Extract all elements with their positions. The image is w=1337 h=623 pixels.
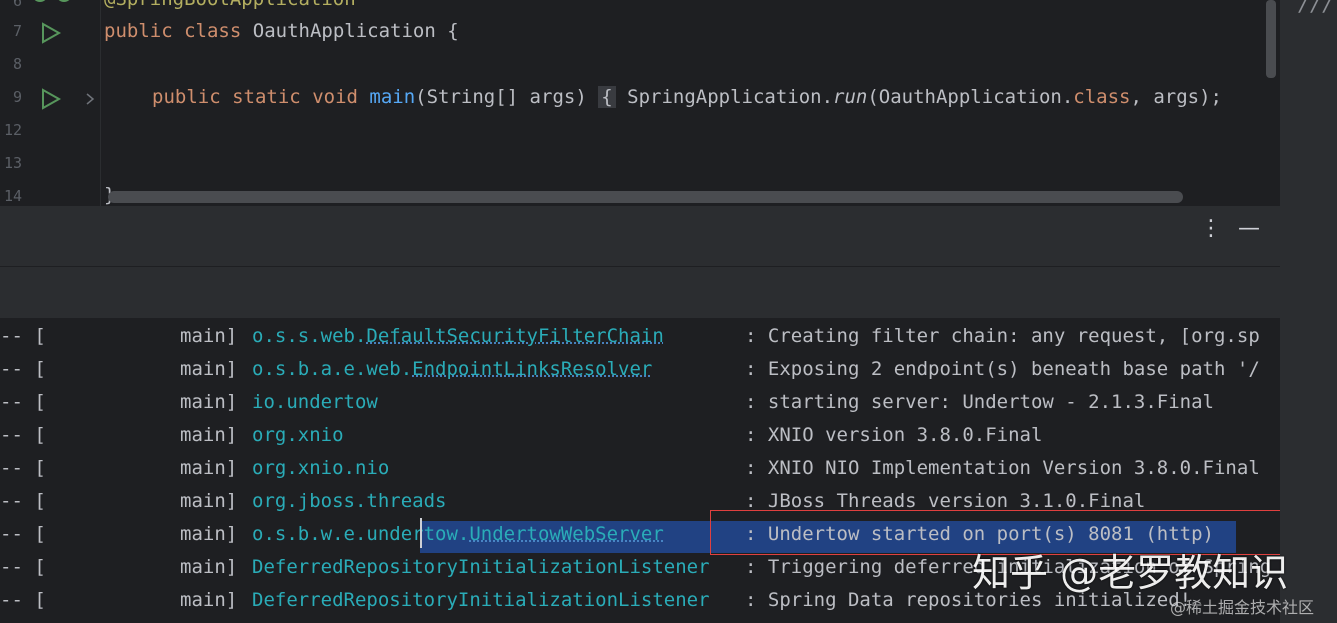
line-number: 9 xyxy=(12,88,22,106)
minimize-button[interactable]: — xyxy=(1238,216,1260,241)
run-panel-toolbar xyxy=(0,266,1280,319)
watermark: 知乎 @老罗教知识 xyxy=(972,551,1289,595)
line-number: 12 xyxy=(3,121,22,139)
log-thread: main] xyxy=(180,556,238,578)
log-logger-link[interactable]: org.jboss.threads xyxy=(252,490,446,512)
log-message: : Exposing 2 endpoint(s) beneath base pa… xyxy=(745,358,1260,380)
log-logger-link[interactable]: org.xnio xyxy=(252,424,344,446)
log-message: : XNIO NIO Implementation Version 3.8.0.… xyxy=(745,457,1260,479)
run-debug-icon[interactable] xyxy=(30,0,78,8)
log-prefix: -- [ xyxy=(0,358,46,380)
log-logger-link[interactable]: io.undertow xyxy=(252,391,378,413)
text-caret xyxy=(420,518,422,548)
gutter-divider xyxy=(100,0,101,206)
log-thread: main] xyxy=(180,457,238,479)
log-prefix: -- [ xyxy=(0,391,46,413)
tool-strip-icon[interactable]: /// xyxy=(1298,0,1334,16)
right-tool-strip: /// xyxy=(1280,0,1337,623)
log-prefix: -- [ xyxy=(0,523,46,545)
console-log-row: -- [ main] o.s.b.a.e.web.EndpointLinksReso… xyxy=(0,353,1280,386)
console-log-row: -- [ main] org.jboss.threads : JBoss Thread… xyxy=(0,485,1280,518)
log-message: : JBoss Threads version 3.1.0.Final xyxy=(745,490,1146,512)
log-thread: main] xyxy=(180,589,238,611)
log-thread: main] xyxy=(180,424,238,446)
run-icon[interactable] xyxy=(40,22,62,44)
log-prefix: -- [ xyxy=(0,424,46,446)
editor-horizontal-scrollbar[interactable] xyxy=(108,191,1183,203)
fold-chevron-icon[interactable] xyxy=(84,92,96,106)
line-number: 6 xyxy=(12,0,22,10)
log-thread: main] xyxy=(180,490,238,512)
log-logger-link[interactable]: o.s.b.w.e.undertow.UndertowWebServer xyxy=(252,523,664,545)
code-line-main: public static void main(String[] args) {… xyxy=(152,86,1222,108)
log-message: : starting server: Undertow - 2.1.3.Fina… xyxy=(745,391,1214,413)
line-number: 14 xyxy=(3,187,22,205)
run-icon[interactable] xyxy=(40,88,62,110)
log-prefix: -- [ xyxy=(0,490,46,512)
line-number: 7 xyxy=(12,22,22,40)
console-log-row: -- [ main] io.undertow : starting server: U… xyxy=(0,386,1280,419)
code-line-class: public class OauthApplication { xyxy=(104,20,459,42)
log-logger-link[interactable]: o.s.b.a.e.web.EndpointLinksResolver xyxy=(252,358,652,380)
more-options-button[interactable]: ⋮ xyxy=(1200,216,1222,241)
code-editor[interactable]: 6 7 8 9 12 13 14 @SpringBootApplication … xyxy=(0,0,1280,206)
log-logger-link[interactable]: DeferredRepositoryInitializationListener xyxy=(252,556,710,578)
watermark-sub: @稀土掘金技术社区 xyxy=(1170,598,1315,617)
log-prefix: -- [ xyxy=(0,589,46,611)
log-logger-link[interactable]: DeferredRepositoryInitializationListener xyxy=(252,589,710,611)
console-log-row: -- [ main] o.s.s.web.DefaultSecurityFilter… xyxy=(0,320,1280,353)
folded-region[interactable]: { xyxy=(598,86,616,108)
log-logger-link[interactable]: o.s.s.web.DefaultSecurityFilterChain xyxy=(252,325,664,347)
run-panel-header: ⋮ — xyxy=(0,206,1280,266)
log-prefix: -- [ xyxy=(0,556,46,578)
editor-vertical-scrollbar[interactable] xyxy=(1266,0,1276,78)
line-number: 8 xyxy=(12,55,22,73)
console-log-row: -- [ main] org.xnio : XNIO version 3.8.0.Fi… xyxy=(0,419,1280,452)
editor-gutter: 6 7 8 9 12 13 14 xyxy=(0,0,100,206)
log-prefix: -- [ xyxy=(0,325,46,347)
log-message: : XNIO version 3.8.0.Final xyxy=(745,424,1043,446)
log-thread: main] xyxy=(180,523,238,545)
console-log-row: -- [ main] org.xnio.nio : XNIO NIO Implemen… xyxy=(0,452,1280,485)
log-message: : Creating filter chain: any request, [o… xyxy=(745,325,1260,347)
log-prefix: -- [ xyxy=(0,457,46,479)
log-thread: main] xyxy=(180,391,238,413)
log-logger-link[interactable]: org.xnio.nio xyxy=(252,457,389,479)
code-line-annotation: @SpringBootApplication xyxy=(104,0,356,10)
log-thread: main] xyxy=(180,325,238,347)
line-number: 13 xyxy=(3,154,22,172)
log-thread: main] xyxy=(180,358,238,380)
